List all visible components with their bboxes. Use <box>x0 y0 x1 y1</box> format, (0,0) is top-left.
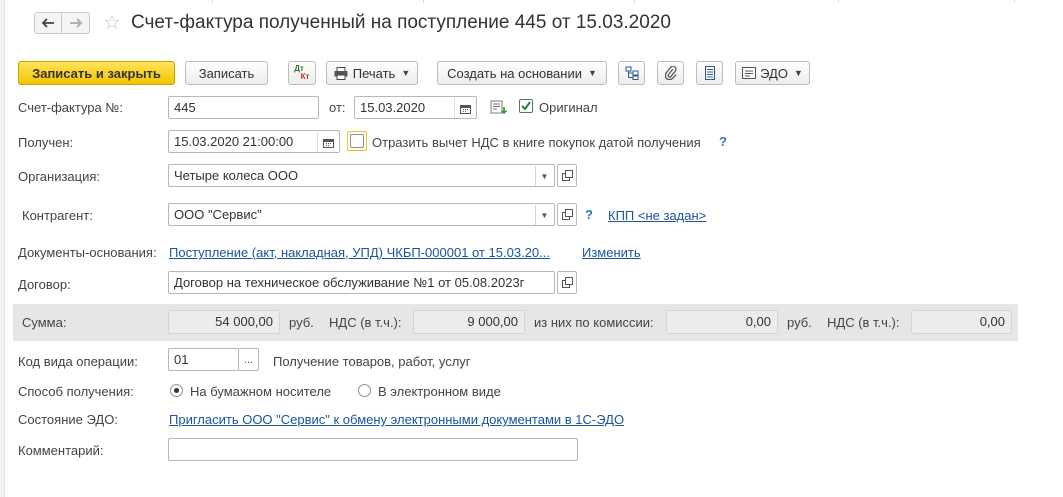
invoice-date-value: 15.03.2020 <box>360 100 426 115</box>
comment-input[interactable] <box>168 438 578 461</box>
attach-button[interactable] <box>657 61 684 85</box>
vat-label: НДС (в т.ч.): <box>329 315 402 330</box>
open-counterparty-button[interactable] <box>557 203 577 226</box>
counterparty-value: ООО "Сервис" <box>174 207 262 222</box>
edo-state-label: Состояние ЭДО: <box>18 412 118 427</box>
base-documents-link[interactable]: Поступление (акт, накладная, УПД) ЧКБП-0… <box>169 245 550 261</box>
commission-value: 0,00 <box>666 310 778 334</box>
help-icon[interactable]: ? <box>585 207 593 222</box>
create-based-label: Создать на основании <box>447 65 582 81</box>
base-documents-label: Документы-основания: <box>18 245 157 260</box>
open-window-icon <box>561 170 573 181</box>
print-button[interactable]: Печать ▼ <box>326 61 418 85</box>
back-button[interactable] <box>34 12 62 34</box>
organization-label: Организация: <box>18 169 101 184</box>
top-tab-strip <box>0 0 1063 4</box>
dtkt-icon-bottom: Кт <box>300 72 310 81</box>
chevron-down-icon[interactable]: ▼ <box>535 166 553 186</box>
create-based-on-button[interactable]: Создать на основании ▼ <box>437 61 607 85</box>
contract-label: Договор: <box>18 277 71 292</box>
vat-deduction-checkbox-frame[interactable] <box>347 131 367 151</box>
received-label: Получен: <box>18 135 74 150</box>
organization-value: Четыре колеса ООО <box>174 168 299 183</box>
invoice-number-input[interactable]: 445 <box>168 96 319 119</box>
vat-deduction-label: Отразить вычет НДС в книге покупок датой… <box>372 135 701 150</box>
calendar-icon[interactable] <box>317 132 338 152</box>
printer-icon <box>334 66 348 80</box>
save-and-close-button[interactable]: Записать и закрыть <box>18 61 175 85</box>
commission-vat-value: 0,00 <box>911 310 1012 334</box>
edo-invite-link[interactable]: Пригласить ООО "Сервис" к обмену электро… <box>169 412 624 428</box>
commission-vat-label: НДС (в т.ч.): <box>827 315 900 330</box>
checkmark-icon <box>521 101 531 111</box>
operation-code-description: Получение товаров, работ, услуг <box>273 354 471 369</box>
edo-button[interactable]: ЭДО ▼ <box>735 61 810 85</box>
electronic-radio-label: В электронном виде <box>378 384 501 399</box>
electronic-radio[interactable] <box>358 384 371 397</box>
save-button[interactable]: Записать <box>185 61 268 85</box>
hierarchy-icon <box>625 66 638 80</box>
edo-icon <box>742 67 757 79</box>
commission-label: из них по комиссии: <box>534 315 654 330</box>
invoice-number-label: Счет-фактура №: <box>18 100 123 115</box>
commission-currency-label: руб. <box>787 315 812 330</box>
arrow-left-icon <box>41 18 54 28</box>
kpp-link[interactable]: КПП <не задан> <box>608 208 706 224</box>
load-document-icon[interactable] <box>490 100 508 116</box>
structure-button[interactable] <box>618 61 645 85</box>
chevron-down-icon: ▼ <box>587 68 597 78</box>
chevron-down-icon: ▼ <box>793 68 803 78</box>
change-base-documents-link[interactable]: Изменить <box>582 245 641 261</box>
original-checkbox[interactable] <box>519 99 533 113</box>
print-label: Печать <box>352 65 396 81</box>
open-contract-button[interactable] <box>557 271 577 294</box>
left-edge <box>0 0 5 497</box>
paperclip-icon <box>664 66 676 80</box>
operation-code-select-button[interactable]: ... <box>239 348 259 371</box>
report-button[interactable] <box>696 61 723 85</box>
forward-button[interactable] <box>62 12 90 34</box>
chevron-down-icon[interactable]: ▼ <box>535 205 553 225</box>
invoice-date-label: от: <box>329 100 346 115</box>
page-title: Счет-фактура полученный на поступление 4… <box>131 12 671 33</box>
receipt-method-label: Способ получения: <box>18 384 134 399</box>
operation-code-input[interactable]: 01 <box>168 348 239 371</box>
open-organization-button[interactable] <box>557 164 577 187</box>
open-window-icon <box>561 277 573 288</box>
organization-input[interactable]: Четыре колеса ООО ▼ <box>168 164 555 187</box>
arrow-right-icon <box>69 18 82 28</box>
star-icon[interactable]: ☆ <box>103 12 121 34</box>
vat-value: 9 000,00 <box>413 310 525 334</box>
document-list-icon <box>704 66 715 80</box>
sum-value: 54 000,00 <box>168 310 280 334</box>
counterparty-input[interactable]: ООО "Сервис" ▼ <box>168 203 555 226</box>
received-datetime-value: 15.03.2020 21:00:00 <box>174 134 294 149</box>
dt-kt-button[interactable]: Дт Кт <box>288 61 316 85</box>
paper-radio[interactable] <box>170 384 183 397</box>
counterparty-label: Контрагент: <box>22 208 93 223</box>
contract-input[interactable]: Договор на техническое обслуживание №1 о… <box>168 271 555 294</box>
paper-radio-label: На бумажном носителе <box>190 384 332 399</box>
help-icon[interactable]: ? <box>719 134 727 149</box>
invoice-date-input[interactable]: 15.03.2020 <box>354 96 477 119</box>
chevron-down-icon: ▼ <box>401 68 411 78</box>
received-datetime-input[interactable]: 15.03.2020 21:00:00 <box>168 130 340 153</box>
operation-code-label: Код вида операции: <box>18 354 138 369</box>
calendar-icon[interactable] <box>454 98 475 118</box>
edo-label: ЭДО <box>760 65 788 81</box>
comment-label: Комментарий: <box>18 443 104 458</box>
currency-label: руб. <box>289 315 314 330</box>
vat-deduction-checkbox[interactable] <box>350 134 364 148</box>
open-window-icon <box>561 209 573 220</box>
sum-label: Сумма: <box>22 315 67 330</box>
original-label: Оригинал <box>539 100 598 115</box>
